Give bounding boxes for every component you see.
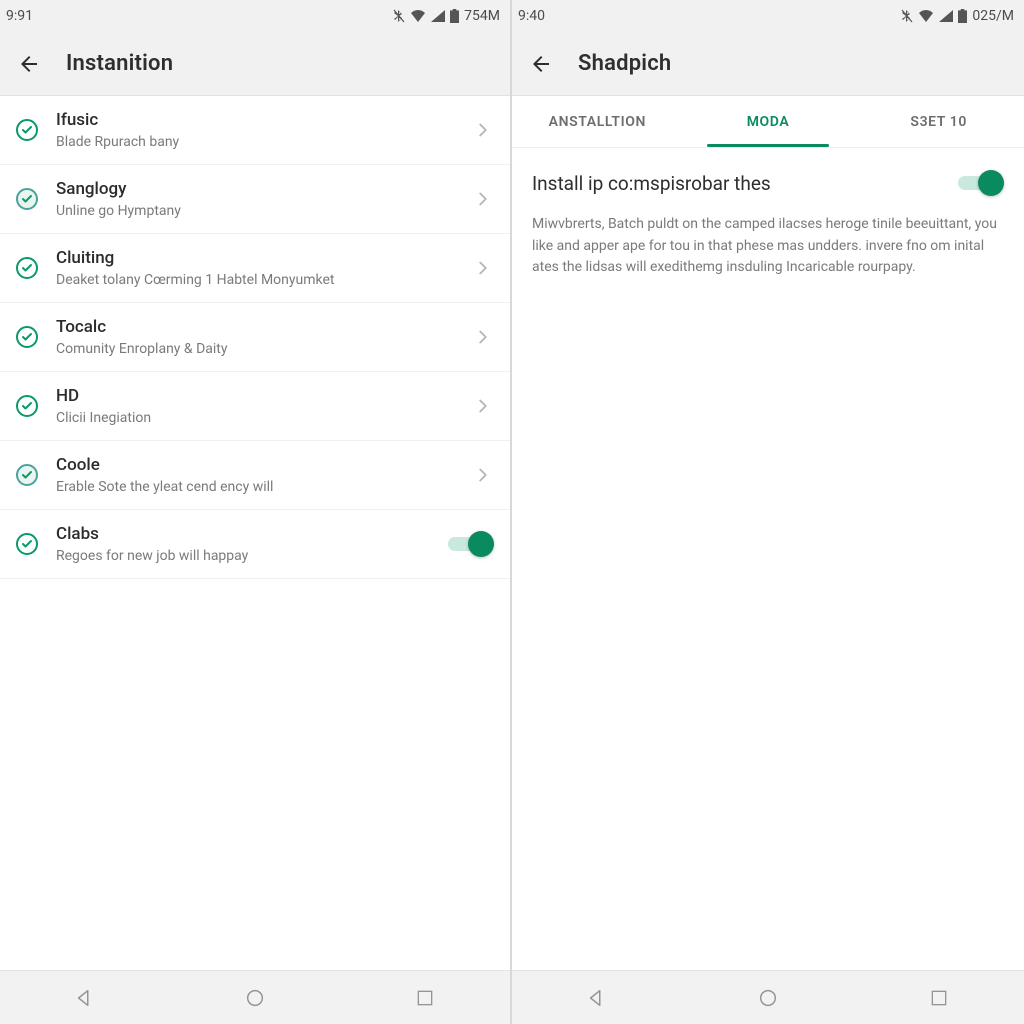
arrow-back-icon [529, 52, 553, 76]
check-icon [14, 255, 40, 281]
nav-home-button[interactable] [748, 978, 788, 1018]
list-item[interactable]: Sanglogy Unline go Hymptany [0, 165, 510, 234]
list-item-text: Ifusic Blade Rpurach bany [56, 110, 456, 150]
check-icon [14, 393, 40, 419]
list-item-title: HD [56, 386, 456, 406]
list-item-text: HD Clicii Inegiation [56, 386, 456, 426]
check-icon [14, 117, 40, 143]
signal-icon [939, 10, 953, 22]
list-item-title: Cluiting [56, 248, 456, 268]
app-bar: Instanition [0, 32, 510, 96]
list-item[interactable]: Coole Erable Sote the yleat cend ency wil… [0, 441, 510, 510]
list-item-subtitle: Deaket tolany Cœrming 1 Habtel Monyumket [56, 272, 456, 288]
back-button[interactable] [524, 47, 558, 81]
back-button[interactable] [12, 47, 46, 81]
status-right: 754M [393, 8, 500, 24]
status-time: 9:91 [6, 8, 33, 24]
bluetooth-off-icon [393, 9, 405, 23]
chevron-right-icon [472, 257, 494, 279]
toggle-thumb [978, 170, 1004, 196]
nav-back-button[interactable] [65, 978, 105, 1018]
setting-row[interactable]: Install ip co:mspisrobar thes [532, 170, 1004, 196]
list-item-text: Coole Erable Sote the yleat cend ency wil… [56, 455, 456, 495]
list-item-title: Sanglogy [56, 179, 456, 199]
list-item[interactable]: Ifusic Blade Rpurach bany [0, 96, 510, 165]
nav-home-button[interactable] [235, 978, 275, 1018]
list-item-subtitle: Unline go Hymptany [56, 203, 456, 219]
page-title: Shadpich [578, 51, 671, 76]
battery-icon [958, 9, 967, 23]
list-item-subtitle: Regoes for new job will happay [56, 548, 432, 564]
content-area: Install ip co:mspisrobar thes Miwvbrerts… [512, 148, 1024, 970]
list-item-text: Sanglogy Unline go Hymptany [56, 179, 456, 219]
chevron-right-icon [472, 326, 494, 348]
list-item-subtitle: Clicii Inegiation [56, 410, 456, 426]
page-title: Instanition [66, 51, 173, 76]
status-bar: 9:40 025/M [512, 0, 1024, 32]
list-item-subtitle: Comunity Enroplany & Daity [56, 341, 456, 357]
check-alt-icon [14, 186, 40, 212]
app-bar: Shadpich [512, 32, 1024, 96]
settings-list: Ifusic Blade Rpurach bany Sanglogy Unline g… [0, 96, 510, 970]
list-item-toggle[interactable] [448, 531, 494, 557]
chevron-right-icon [472, 395, 494, 417]
setting-description: Miwvbrerts, Batch puldt on the camped il… [532, 214, 1004, 279]
nav-recent-button[interactable] [919, 978, 959, 1018]
tab[interactable]: MODA [683, 96, 854, 147]
list-item[interactable]: Clabs Regoes for new job will happay [0, 510, 510, 579]
nav-back-button[interactable] [577, 978, 617, 1018]
signal-icon [431, 10, 445, 22]
status-batt: 754M [464, 8, 500, 24]
list-item-title: Ifusic [56, 110, 456, 130]
check-icon [14, 531, 40, 557]
pane-left: 9:91 754M Instanition Ifusic Blade Rpurac… [0, 0, 512, 1024]
status-batt: 025/M [972, 8, 1014, 24]
list-item-subtitle: Erable Sote the yleat cend ency will [56, 479, 456, 495]
nav-bar [0, 970, 510, 1024]
tab[interactable]: S3ET 10 [853, 96, 1024, 147]
list-item-text: Cluiting Deaket tolany Cœrming 1 Habtel M… [56, 248, 456, 288]
bluetooth-off-icon [901, 9, 913, 23]
status-bar: 9:91 754M [0, 0, 510, 32]
list-item-text: Tocalc Comunity Enroplany & Daity [56, 317, 456, 357]
tab-bar: ANSTALLTIONMODAS3ET 10 [512, 96, 1024, 148]
battery-icon [450, 9, 459, 23]
list-item[interactable]: HD Clicii Inegiation [0, 372, 510, 441]
list-item-text: Clabs Regoes for new job will happay [56, 524, 432, 564]
nav-bar [512, 970, 1024, 1024]
nav-recent-button[interactable] [405, 978, 445, 1018]
chevron-right-icon [472, 119, 494, 141]
setting-label: Install ip co:mspisrobar thes [532, 172, 942, 195]
list-item[interactable]: Cluiting Deaket tolany Cœrming 1 Habtel M… [0, 234, 510, 303]
arrow-back-icon [17, 52, 41, 76]
tab[interactable]: ANSTALLTION [512, 96, 683, 147]
list-item-title: Coole [56, 455, 456, 475]
status-right: 025/M [901, 8, 1014, 24]
setting-toggle[interactable] [958, 170, 1004, 196]
pane-right: 9:40 025/M Shadpich ANSTALLTIONMODAS3ET … [512, 0, 1024, 1024]
list-item-title: Clabs [56, 524, 432, 544]
wifi-icon [918, 10, 934, 22]
list-item-subtitle: Blade Rpurach bany [56, 134, 456, 150]
wifi-icon [410, 10, 426, 22]
list-item[interactable]: Tocalc Comunity Enroplany & Daity [0, 303, 510, 372]
check-alt-icon [14, 462, 40, 488]
chevron-right-icon [472, 188, 494, 210]
status-time: 9:40 [518, 8, 545, 24]
chevron-right-icon [472, 464, 494, 486]
check-icon [14, 324, 40, 350]
list-item-title: Tocalc [56, 317, 456, 337]
